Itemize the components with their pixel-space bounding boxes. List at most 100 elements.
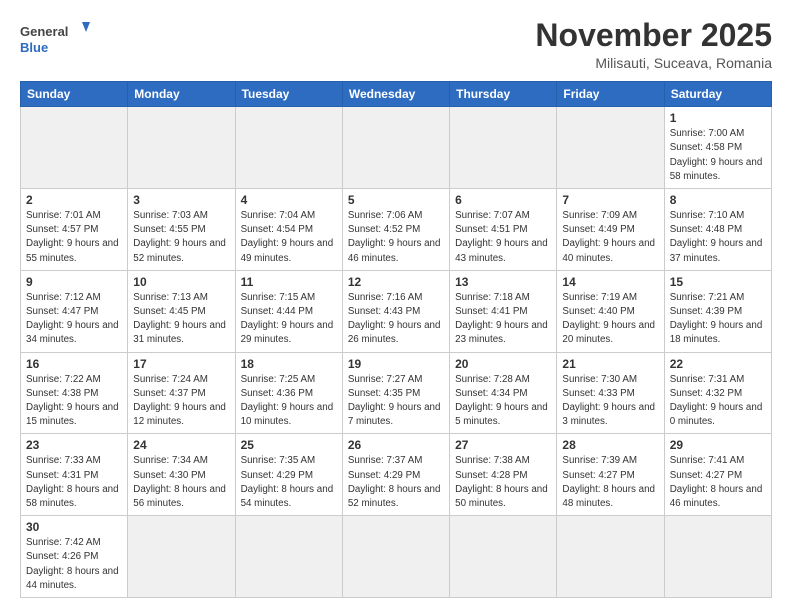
day-info: Sunrise: 7:30 AM Sunset: 4:33 PM Dayligh… <box>562 373 658 430</box>
day-info: Sunrise: 7:07 AM Sunset: 4:51 PM Dayligh… <box>455 209 551 266</box>
day-info: Sunrise: 7:19 AM Sunset: 4:40 PM Dayligh… <box>562 291 658 348</box>
day-number: 16 <box>26 357 122 371</box>
logo: General Blue <box>20 18 90 58</box>
day-number: 9 <box>26 275 122 289</box>
day-number: 2 <box>26 193 122 207</box>
day-info: Sunrise: 7:38 AM Sunset: 4:28 PM Dayligh… <box>455 454 551 511</box>
table-row: 14Sunrise: 7:19 AM Sunset: 4:40 PM Dayli… <box>557 270 664 352</box>
day-number: 20 <box>455 357 551 371</box>
table-row: 27 Sunrise: 7:38 AM Sunset: 4:28 PM Dayli… <box>450 434 557 516</box>
svg-text:General: General <box>20 24 68 39</box>
table-row: 16Sunrise: 7:22 AM Sunset: 4:38 PM Dayli… <box>21 352 128 434</box>
day-info: Sunrise: 7:03 AM Sunset: 4:55 PM Dayligh… <box>133 209 229 266</box>
day-number: 21 <box>562 357 658 371</box>
table-row <box>21 107 128 189</box>
table-row <box>128 516 235 598</box>
header-thursday: Thursday <box>450 82 557 107</box>
day-info: Sunrise: 7:37 AM Sunset: 4:29 PM Dayligh… <box>348 454 444 511</box>
day-info: Sunrise: 7:06 AM Sunset: 4:52 PM Dayligh… <box>348 209 444 266</box>
table-row: 30Sunrise: 7:42 AM Sunset: 4:26 PM Dayli… <box>21 516 128 598</box>
day-number: 26 <box>348 438 444 452</box>
day-info: Sunrise: 7:28 AM Sunset: 4:34 PM Dayligh… <box>455 373 551 430</box>
table-row: 7Sunrise: 7:09 AM Sunset: 4:49 PM Daylig… <box>557 189 664 271</box>
table-row: 11 Sunrise: 7:15 AM Sunset: 4:44 PM Dayli… <box>235 270 342 352</box>
day-number: 10 <box>133 275 229 289</box>
day-number: 18 <box>241 357 337 371</box>
table-row <box>557 516 664 598</box>
day-number: 28 <box>562 438 658 452</box>
calendar-week-row: 23 Sunrise: 7:33 AM Sunset: 4:31 PM Dayli… <box>21 434 772 516</box>
table-row: 26 Sunrise: 7:37 AM Sunset: 4:29 PM Dayli… <box>342 434 449 516</box>
table-row <box>557 107 664 189</box>
day-number: 25 <box>241 438 337 452</box>
day-info: Sunrise: 7:31 AM Sunset: 4:32 PM Dayligh… <box>670 373 766 430</box>
header-saturday: Saturday <box>664 82 771 107</box>
table-row: 1 Sunrise: 7:00 AM Sunset: 4:58 PM Daylig… <box>664 107 771 189</box>
day-number: 1 <box>670 111 766 125</box>
table-row: 9 Sunrise: 7:12 AM Sunset: 4:47 PM Daylig… <box>21 270 128 352</box>
calendar-week-row: 30Sunrise: 7:42 AM Sunset: 4:26 PM Dayli… <box>21 516 772 598</box>
table-row: 17Sunrise: 7:24 AM Sunset: 4:37 PM Dayli… <box>128 352 235 434</box>
day-number: 11 <box>241 275 337 289</box>
header-sunday: Sunday <box>21 82 128 107</box>
day-number: 23 <box>26 438 122 452</box>
day-info: Sunrise: 7:41 AM Sunset: 4:27 PM Dayligh… <box>670 454 766 511</box>
day-info: Sunrise: 7:39 AM Sunset: 4:27 PM Dayligh… <box>562 454 658 511</box>
day-number: 30 <box>26 520 122 534</box>
table-row <box>235 516 342 598</box>
day-number: 27 <box>455 438 551 452</box>
day-info: Sunrise: 7:04 AM Sunset: 4:54 PM Dayligh… <box>241 209 337 266</box>
day-number: 15 <box>670 275 766 289</box>
day-number: 29 <box>670 438 766 452</box>
day-number: 24 <box>133 438 229 452</box>
table-row <box>664 516 771 598</box>
table-row: 6 Sunrise: 7:07 AM Sunset: 4:51 PM Daylig… <box>450 189 557 271</box>
day-number: 6 <box>455 193 551 207</box>
day-info: Sunrise: 7:25 AM Sunset: 4:36 PM Dayligh… <box>241 373 337 430</box>
table-row <box>342 516 449 598</box>
table-row: 23 Sunrise: 7:33 AM Sunset: 4:31 PM Dayli… <box>21 434 128 516</box>
day-info: Sunrise: 7:00 AM Sunset: 4:58 PM Dayligh… <box>670 127 766 184</box>
table-row: 19 Sunrise: 7:27 AM Sunset: 4:35 PM Dayli… <box>342 352 449 434</box>
table-row: 18 Sunrise: 7:25 AM Sunset: 4:36 PM Dayli… <box>235 352 342 434</box>
location: Milisauti, Suceava, Romania <box>535 55 772 71</box>
header-tuesday: Tuesday <box>235 82 342 107</box>
table-row <box>450 516 557 598</box>
weekday-header-row: Sunday Monday Tuesday Wednesday Thursday… <box>21 82 772 107</box>
day-info: Sunrise: 7:24 AM Sunset: 4:37 PM Dayligh… <box>133 373 229 430</box>
month-title: November 2025 <box>535 18 772 53</box>
table-row <box>235 107 342 189</box>
header-monday: Monday <box>128 82 235 107</box>
day-info: Sunrise: 7:09 AM Sunset: 4:49 PM Dayligh… <box>562 209 658 266</box>
day-number: 3 <box>133 193 229 207</box>
day-number: 19 <box>348 357 444 371</box>
table-row: 25Sunrise: 7:35 AM Sunset: 4:29 PM Dayli… <box>235 434 342 516</box>
calendar-page: General Blue November 2025 Milisauti, Su… <box>0 0 792 612</box>
table-row: 13Sunrise: 7:18 AM Sunset: 4:41 PM Dayli… <box>450 270 557 352</box>
table-row: 3 Sunrise: 7:03 AM Sunset: 4:55 PM Daylig… <box>128 189 235 271</box>
calendar-table: Sunday Monday Tuesday Wednesday Thursday… <box>20 81 772 598</box>
table-row: 24Sunrise: 7:34 AM Sunset: 4:30 PM Dayli… <box>128 434 235 516</box>
table-row: 5 Sunrise: 7:06 AM Sunset: 4:52 PM Daylig… <box>342 189 449 271</box>
table-row <box>450 107 557 189</box>
day-info: Sunrise: 7:27 AM Sunset: 4:35 PM Dayligh… <box>348 373 444 430</box>
calendar-week-row: 2Sunrise: 7:01 AM Sunset: 4:57 PM Daylig… <box>21 189 772 271</box>
table-row: 2Sunrise: 7:01 AM Sunset: 4:57 PM Daylig… <box>21 189 128 271</box>
day-number: 12 <box>348 275 444 289</box>
generalblue-logo-icon: General Blue <box>20 18 90 58</box>
day-info: Sunrise: 7:15 AM Sunset: 4:44 PM Dayligh… <box>241 291 337 348</box>
table-row: 10 Sunrise: 7:13 AM Sunset: 4:45 PM Dayli… <box>128 270 235 352</box>
table-row: 28 Sunrise: 7:39 AM Sunset: 4:27 PM Dayli… <box>557 434 664 516</box>
day-number: 13 <box>455 275 551 289</box>
day-info: Sunrise: 7:33 AM Sunset: 4:31 PM Dayligh… <box>26 454 122 511</box>
day-number: 5 <box>348 193 444 207</box>
calendar-week-row: 16Sunrise: 7:22 AM Sunset: 4:38 PM Dayli… <box>21 352 772 434</box>
table-row: 12Sunrise: 7:16 AM Sunset: 4:43 PM Dayli… <box>342 270 449 352</box>
table-row <box>342 107 449 189</box>
day-info: Sunrise: 7:13 AM Sunset: 4:45 PM Dayligh… <box>133 291 229 348</box>
day-info: Sunrise: 7:21 AM Sunset: 4:39 PM Dayligh… <box>670 291 766 348</box>
header-wednesday: Wednesday <box>342 82 449 107</box>
day-number: 4 <box>241 193 337 207</box>
day-info: Sunrise: 7:12 AM Sunset: 4:47 PM Dayligh… <box>26 291 122 348</box>
day-info: Sunrise: 7:10 AM Sunset: 4:48 PM Dayligh… <box>670 209 766 266</box>
